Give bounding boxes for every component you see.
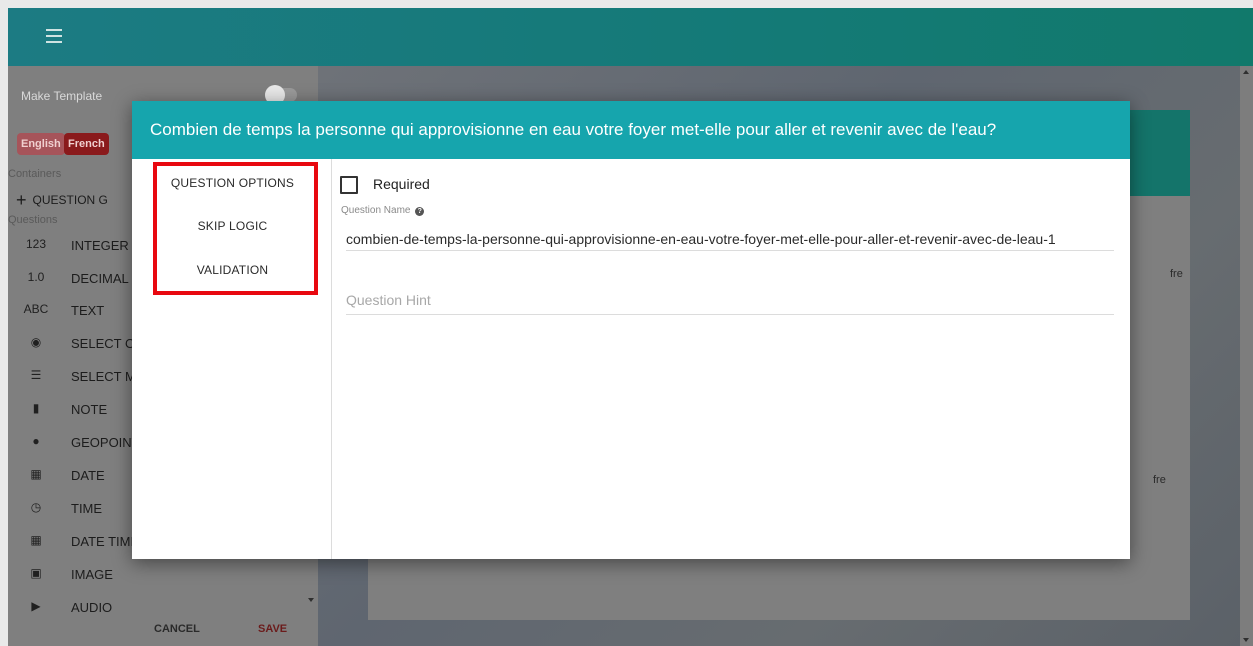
add-question-group-button[interactable]: + QUESTION G <box>16 190 108 211</box>
scroll-down-arrow-icon[interactable] <box>308 598 314 602</box>
sidebar-item-label: DATE TIMI <box>71 534 135 549</box>
language-english-button[interactable]: English <box>17 133 65 155</box>
sidebar-item-label: NOTE <box>71 402 108 417</box>
required-label: Required <box>373 176 430 192</box>
image-icon: ▣ <box>30 566 42 580</box>
containers-caption: Containers <box>8 168 62 180</box>
required-checkbox[interactable] <box>340 176 358 194</box>
help-icon[interactable]: ? <box>415 207 425 216</box>
save-button[interactable]: SAVE <box>258 623 287 635</box>
decimal-icon: 1.0 <box>27 270 45 284</box>
dialog-title: Combien de temps la personne qui approvi… <box>150 120 997 139</box>
hamburger-menu-icon[interactable] <box>44 25 64 47</box>
speaker-icon: ▶ <box>31 599 41 613</box>
question-hint-field[interactable] <box>346 285 1114 315</box>
sidebar-footer: CANCEL SAVE <box>8 617 318 646</box>
language-code-label: fre <box>1170 268 1183 280</box>
sidebar-item-label: TIME <box>71 501 103 516</box>
tab-validation[interactable]: VALIDATION <box>155 263 310 277</box>
sidebar-item-label: TEXT <box>71 303 105 318</box>
tab-skip-logic[interactable]: SKIP LOGIC <box>155 219 310 233</box>
integer-icon: 123 <box>25 237 47 251</box>
sidebar-item-label: SELECT OI <box>71 336 139 351</box>
language-french-button[interactable]: French <box>64 133 109 155</box>
globe-icon: ● <box>32 434 40 448</box>
scroll-up-arrow-icon[interactable] <box>1243 70 1249 74</box>
clock-icon: ◷ <box>30 500 42 514</box>
make-template-toggle[interactable] <box>265 85 297 105</box>
scroll-down-arrow-icon[interactable] <box>1243 638 1249 642</box>
dialog-header: Combien de temps la personne qui approvi… <box>132 101 1130 159</box>
tab-question-options[interactable]: QUESTION OPTIONS <box>155 176 310 190</box>
cancel-button[interactable]: CANCEL <box>154 623 200 635</box>
text-icon: ABC <box>23 302 49 316</box>
question-options-panel: Required Question Name ? <box>338 159 1130 559</box>
sidebar-item-label: SELECT M <box>71 369 136 384</box>
list-icon: ☰ <box>30 368 42 382</box>
sidebar-item-label: GEOPOINT <box>71 435 140 450</box>
sidebar-item-audio[interactable]: ▶ AUDIO <box>8 592 308 614</box>
question-settings-dialog: Combien de temps la personne qui approvi… <box>132 101 1130 559</box>
sidebar-item-label: IMAGE <box>71 567 113 582</box>
sidebar-item-label: DATE <box>71 468 105 483</box>
sidebar-item-image[interactable]: ▣ IMAGE <box>8 559 308 591</box>
note-icon: ▮ <box>32 401 40 415</box>
plus-icon: + <box>16 190 27 210</box>
question-name-label: Question Name ? <box>341 205 425 216</box>
question-name-field[interactable] <box>346 227 1114 251</box>
page-scrollbar[interactable] <box>1240 66 1253 646</box>
questions-caption: Questions <box>8 214 58 226</box>
sidebar-item-label: INTEGER <box>71 238 129 253</box>
make-template-label: Make Template <box>21 89 103 103</box>
calendar-icon: ▦ <box>30 467 42 481</box>
language-code-label: fre <box>1153 474 1166 486</box>
question-name-label-text: Question Name <box>341 205 411 216</box>
add-question-group-label: QUESTION G <box>32 193 108 207</box>
sidebar-item-label: AUDIO <box>71 600 113 614</box>
sidebar-item-label: DECIMAL <box>71 271 129 286</box>
radio-icon: ◉ <box>30 335 42 349</box>
app-bar <box>8 8 1253 66</box>
calendar-icon: ▦ <box>30 533 42 547</box>
